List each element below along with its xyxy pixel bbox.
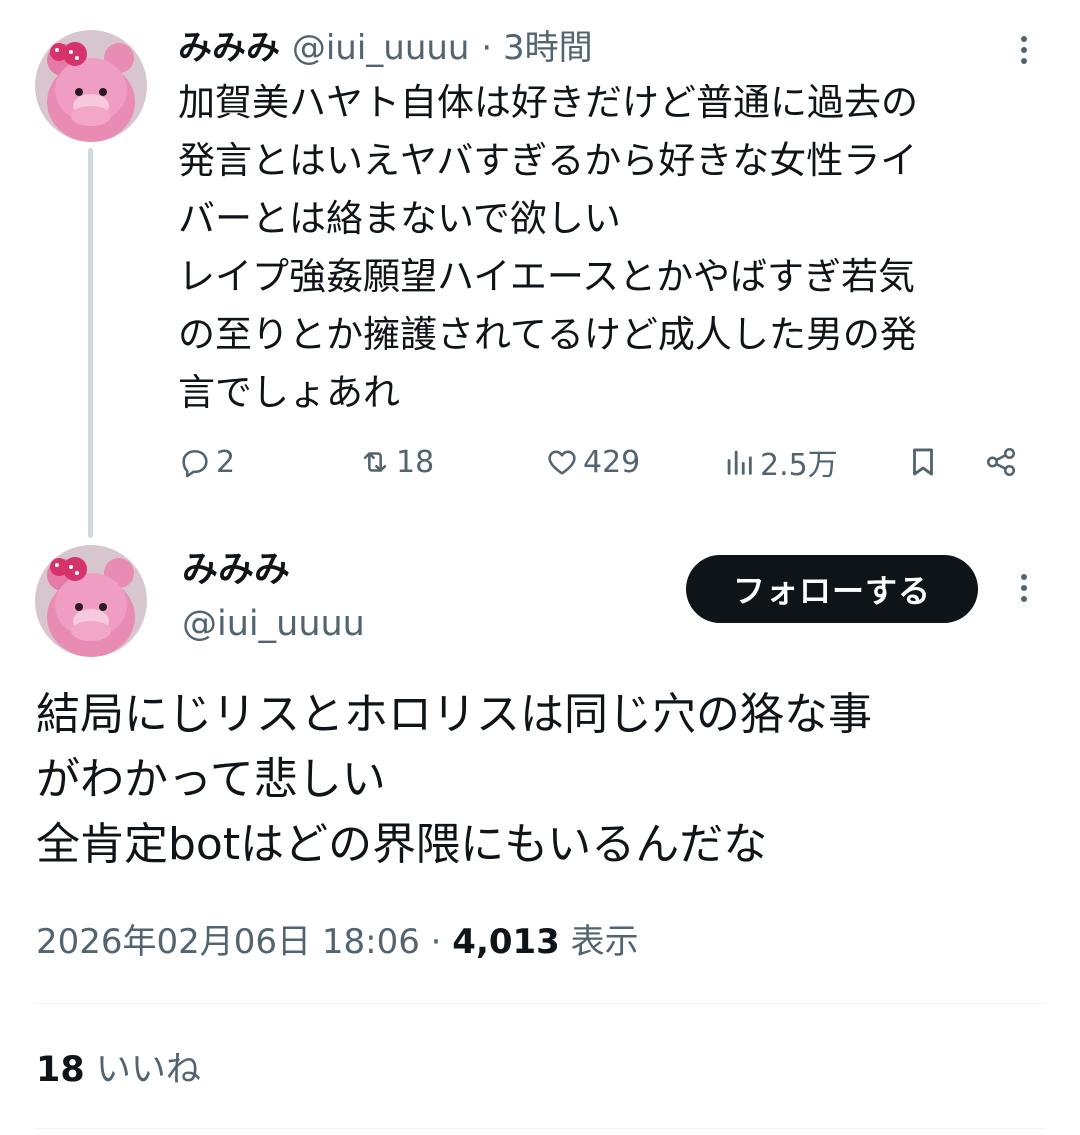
share-button[interactable] bbox=[984, 440, 1022, 484]
reply-display-name[interactable]: みみみ bbox=[178, 28, 280, 68]
follow-button[interactable]: フォローする bbox=[686, 555, 978, 623]
meta-separator: · bbox=[430, 922, 442, 962]
like-count: 429 bbox=[583, 444, 641, 480]
divider bbox=[34, 1128, 1046, 1129]
repost-icon bbox=[363, 452, 387, 472]
views-chart-icon bbox=[727, 450, 752, 475]
likes-count: 18 bbox=[36, 1050, 85, 1090]
view-count: 4,013 bbox=[452, 922, 560, 962]
avatar-image bbox=[35, 30, 147, 142]
share-icon bbox=[986, 447, 1016, 477]
reply-tweet-text: 加賀美ハヤト自体は好きだけど普通に過去の 発言とはいえヤバすぎるから好きな女性ラ… bbox=[178, 81, 918, 414]
reply-time[interactable]: · 3時間 bbox=[481, 28, 592, 68]
avatar[interactable] bbox=[35, 545, 147, 657]
main-display-name[interactable]: みみみ bbox=[182, 548, 290, 592]
heart-icon bbox=[548, 450, 576, 475]
avatar-image bbox=[35, 545, 147, 657]
likes-summary[interactable]: 18 いいね bbox=[36, 1046, 201, 1094]
tweet-meta: 2026年02月06日 18:06 · 4,013 表示 bbox=[36, 918, 639, 966]
main-handle[interactable]: @iui_uuuu bbox=[182, 602, 365, 646]
reply-button[interactable]: 2 bbox=[178, 440, 235, 484]
repost-button[interactable]: 18 bbox=[358, 440, 434, 484]
view-label: 表示 bbox=[570, 922, 639, 962]
reply-count: 2 bbox=[216, 444, 236, 480]
main-tweet-text: 結局にじリスとホロリスは同じ穴の狢な事 がわかって悲しい 全肯定botはどの界隈… bbox=[36, 689, 872, 870]
likes-label: いいね bbox=[95, 1050, 201, 1090]
views-count: 2.5万 bbox=[760, 448, 838, 483]
divider bbox=[34, 1003, 1046, 1004]
repost-count: 18 bbox=[396, 444, 435, 480]
bookmark-button[interactable] bbox=[906, 440, 944, 484]
tweet-timestamp[interactable]: 2026年02月06日 18:06 bbox=[36, 922, 420, 962]
avatar[interactable] bbox=[35, 30, 147, 142]
like-button[interactable]: 429 bbox=[545, 440, 640, 484]
reply-tweet-header: みみみ @iui_uuuu · 3時間 bbox=[178, 28, 593, 68]
more-options-icon[interactable] bbox=[1019, 574, 1029, 607]
thread-connector-line bbox=[88, 148, 93, 538]
reply-icon bbox=[182, 450, 208, 478]
more-options-icon[interactable] bbox=[1019, 36, 1029, 69]
bookmark-icon bbox=[913, 448, 933, 476]
views-button[interactable]: 2.5万 bbox=[722, 440, 838, 484]
reply-handle[interactable]: @iui_uuuu bbox=[292, 28, 470, 68]
